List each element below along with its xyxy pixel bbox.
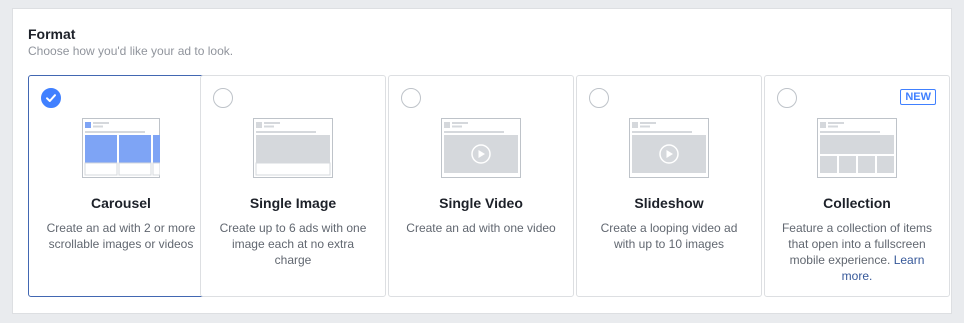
format-card-single-video[interactable]: Single Video Create an ad with one video [388, 75, 574, 297]
collection-preview-icon [817, 118, 897, 178]
format-card-carousel[interactable]: Carousel Create an ad with 2 or more scr… [28, 75, 214, 297]
format-description-slideshow: Create a looping video ad with up to 10 … [600, 221, 738, 251]
checkmark-icon [46, 94, 56, 102]
carousel-preview-icon [82, 118, 160, 178]
format-description-collection: Feature a collection of items that open … [777, 220, 937, 284]
format-title-collection: Collection [823, 195, 891, 211]
new-badge: NEW [900, 89, 936, 105]
radio-slideshow[interactable] [589, 88, 609, 108]
format-description-single-image: Create up to 6 ads with one image each a… [219, 221, 367, 267]
format-card-single-image[interactable]: Single Image Create up to 6 ads with one… [200, 75, 386, 297]
slideshow-preview-icon [629, 118, 709, 178]
format-title-single-video: Single Video [439, 195, 523, 211]
radio-single-video[interactable] [401, 88, 421, 108]
radio-collection[interactable] [777, 88, 797, 108]
section-title: Format [28, 26, 76, 42]
radio-single-image[interactable] [213, 88, 233, 108]
format-title-single-image: Single Image [249, 195, 337, 211]
format-title-carousel: Carousel [91, 195, 151, 211]
format-description-carousel: Create an ad with 2 or more scrollable i… [46, 221, 196, 251]
format-section: Format Choose how you'd like your ad to … [12, 8, 952, 314]
format-description-single-video: Create an ad with one video [406, 221, 556, 235]
section-subtitle: Choose how you'd like your ad to look. [28, 44, 234, 58]
format-card-slideshow[interactable]: Slideshow Create a looping video ad with… [576, 75, 762, 297]
format-card-collection[interactable]: NEW Collection Feature a collection of i… [764, 75, 950, 297]
single-image-preview-icon [253, 118, 333, 178]
radio-carousel[interactable] [41, 88, 61, 108]
single-video-preview-icon [441, 118, 521, 178]
format-title-slideshow: Slideshow [634, 195, 704, 211]
